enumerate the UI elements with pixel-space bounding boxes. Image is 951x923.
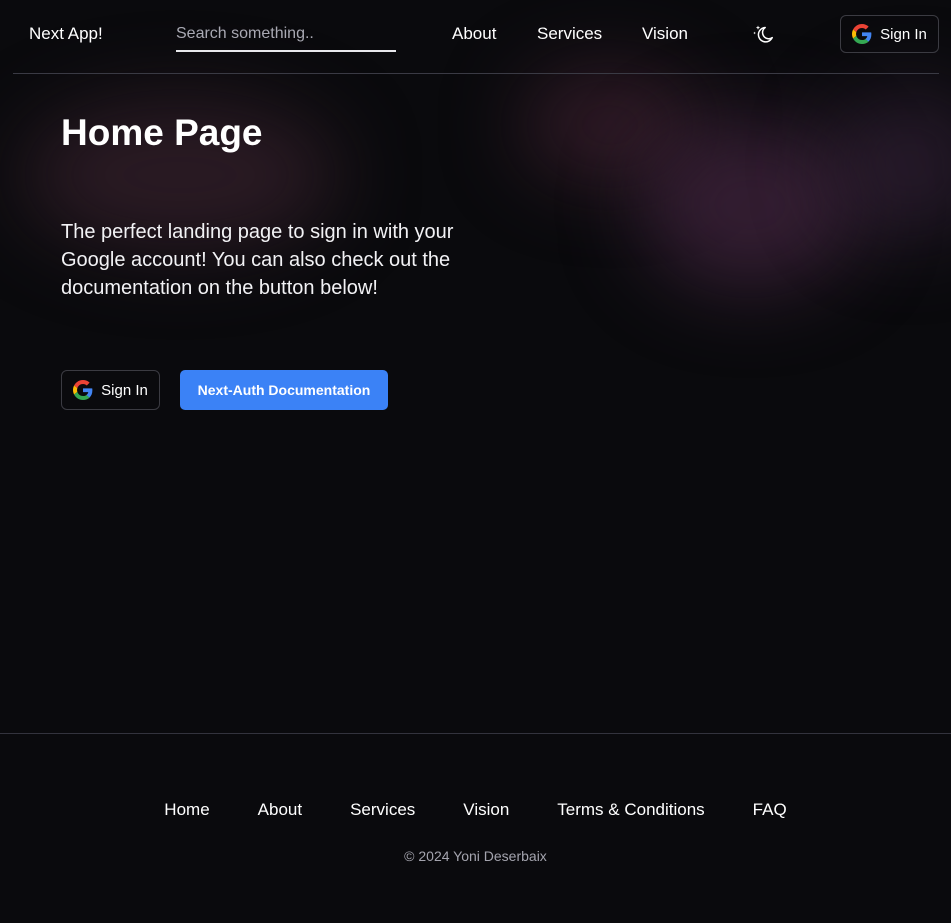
page-description: The perfect landing page to sign in with… — [61, 221, 454, 299]
nav-services[interactable]: Services — [537, 24, 602, 44]
footer-link-vision[interactable]: Vision — [463, 800, 509, 820]
page: Next App! About Services Vision Sign In — [0, 0, 951, 923]
footer-link-about[interactable]: About — [258, 800, 302, 820]
background-glow — [640, 120, 860, 290]
header-signin-button[interactable]: Sign In — [840, 15, 939, 53]
docs-button[interactable]: Next-Auth Documentation — [180, 370, 388, 410]
footer-link-terms[interactable]: Terms & Conditions — [557, 800, 704, 820]
footer-link-faq[interactable]: FAQ — [753, 800, 787, 820]
google-icon — [73, 380, 93, 400]
theme-toggle-button[interactable] — [752, 23, 776, 45]
footer-nav: Home About Services Vision Terms & Condi… — [0, 800, 951, 820]
footer-divider — [0, 733, 951, 734]
footer-link-home[interactable]: Home — [164, 800, 209, 820]
background-glow — [520, 70, 700, 180]
signin-button[interactable]: Sign In — [61, 370, 160, 410]
search-input[interactable] — [176, 20, 396, 48]
copyright-text: © 2024 Yoni Deserbaix — [404, 848, 547, 864]
page-title: Home Page — [61, 112, 263, 153]
background-glow — [830, 90, 951, 240]
nav-vision[interactable]: Vision — [642, 24, 688, 44]
signin-label: Sign In — [101, 381, 148, 399]
signin-label: Sign In — [880, 25, 927, 43]
nav-about[interactable]: About — [452, 24, 496, 44]
google-icon — [852, 24, 872, 44]
footer-link-services[interactable]: Services — [350, 800, 415, 820]
brand-link[interactable]: Next App! — [29, 24, 103, 44]
top-navbar: Next App! About Services Vision Sign In — [0, 0, 951, 68]
moon-stars-icon — [753, 25, 773, 43]
search-box — [176, 20, 396, 52]
header-divider — [13, 73, 939, 74]
